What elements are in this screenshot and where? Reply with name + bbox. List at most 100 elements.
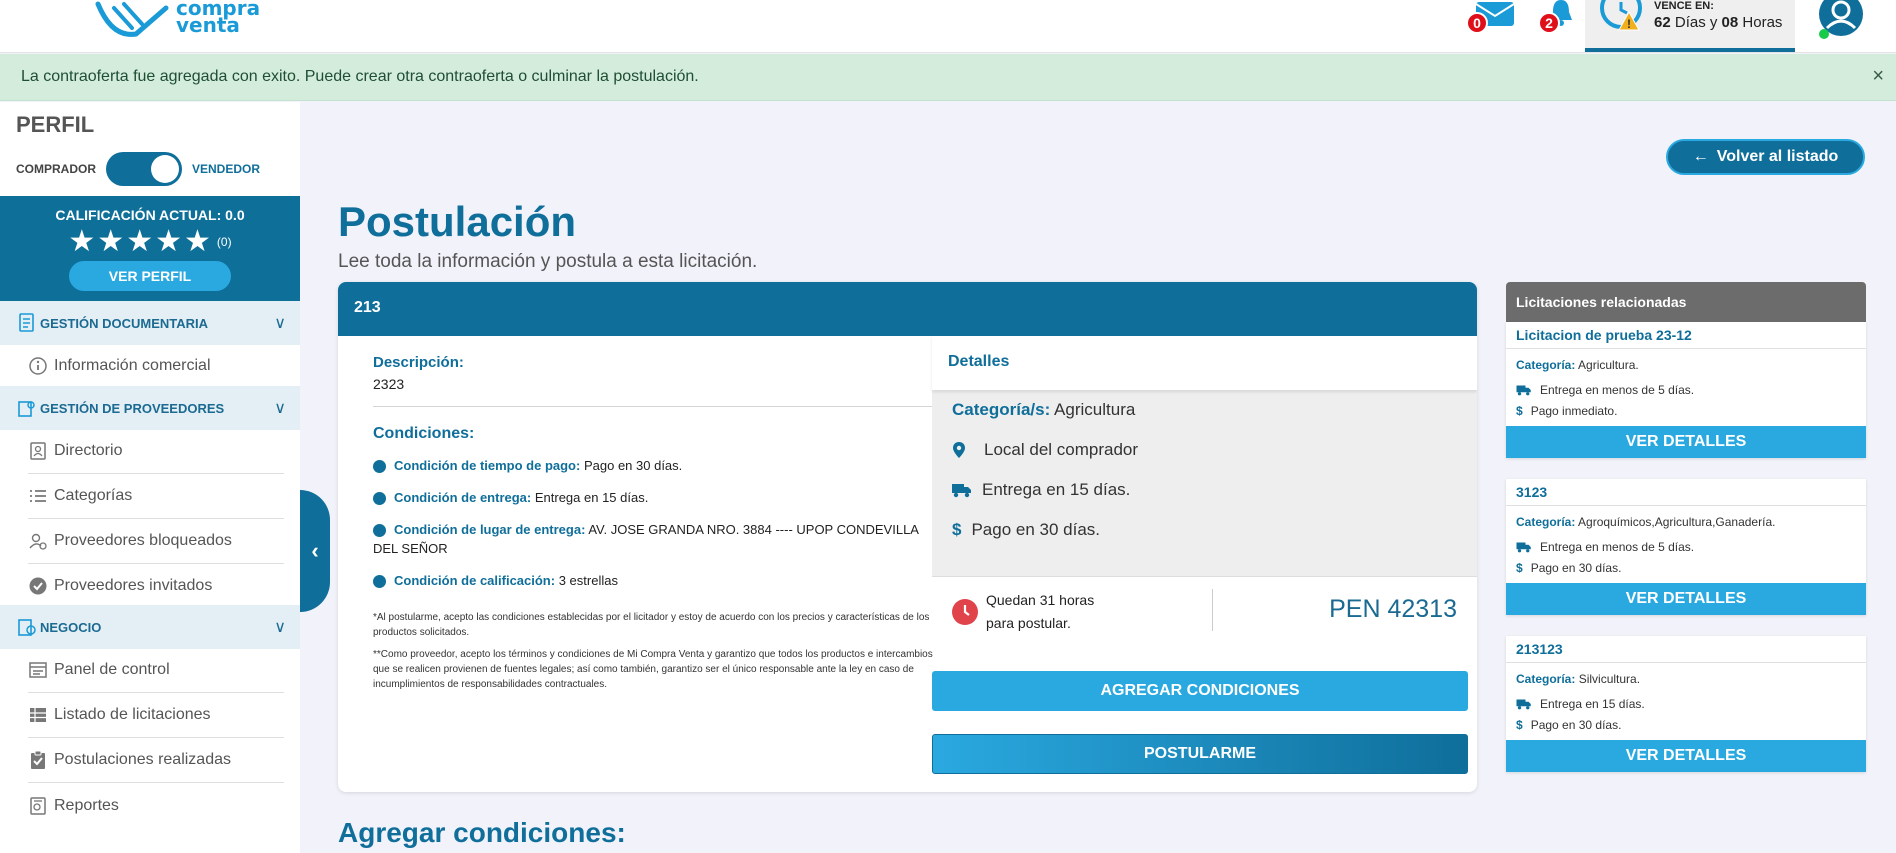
top-bar: compra venta 0 2 ! VENCE EN: 62 Días y 0… bbox=[0, 0, 1896, 53]
role-switch-row: COMPRADOR VENDEDOR bbox=[16, 152, 260, 186]
role-vendedor-label: VENDEDOR bbox=[192, 162, 261, 176]
postularme-button[interactable]: POSTULARME bbox=[932, 734, 1468, 774]
sidebar-item-informacion-comercial[interactable]: Información comercial bbox=[28, 344, 284, 389]
list-icon bbox=[28, 486, 48, 506]
categoria-value: Agricultura bbox=[1054, 400, 1136, 419]
related-pago: $ Pago en 30 días. bbox=[1506, 718, 1866, 732]
role-comprador-label: COMPRADOR bbox=[16, 162, 96, 176]
sidebar-item-postulaciones[interactable]: Postulaciones realizadas bbox=[28, 738, 284, 783]
role-toggle[interactable] bbox=[106, 152, 182, 186]
section-gestion-documentaria[interactable]: GESTIÓN DOCUMENTARIA ∨ bbox=[0, 301, 300, 345]
sidebar-item-directorio[interactable]: Directorio bbox=[28, 429, 284, 474]
condition-item: Condición de tiempo de pago: Pago en 30 … bbox=[373, 456, 940, 475]
sidebar-item-label: Postulaciones realizadas bbox=[54, 751, 231, 768]
ver-detalles-button[interactable]: VER DETALLES bbox=[1506, 426, 1866, 458]
sidebar-item-panel-control[interactable]: Panel de control bbox=[28, 648, 284, 693]
messages-button[interactable]: 0 bbox=[1466, 2, 1515, 36]
entrega-value: Entrega en menos de 5 días. bbox=[1540, 540, 1695, 554]
condition-label: Condición de tiempo de pago: bbox=[394, 458, 581, 473]
detalles-title: Detalles bbox=[932, 336, 1477, 390]
categoria-label: Categoría: bbox=[1516, 358, 1576, 372]
ver-perfil-button[interactable]: VER PERFIL bbox=[69, 261, 231, 291]
avatar[interactable] bbox=[1812, 0, 1870, 39]
descripcion-value: 2323 bbox=[373, 376, 405, 392]
pago-value: Pago en 30 días. bbox=[1530, 561, 1622, 575]
logo[interactable]: compra venta bbox=[92, 0, 260, 40]
section-label: GESTIÓN DE PROVEEDORES bbox=[40, 400, 225, 416]
chevron-down-icon: ∨ bbox=[274, 619, 286, 636]
success-alert: La contraoferta fue agregada con exito. … bbox=[0, 54, 1896, 101]
close-icon[interactable]: × bbox=[1872, 65, 1884, 88]
section-gestion-proveedores[interactable]: GESTIÓN DE PROVEEDORES ∨ bbox=[0, 386, 300, 430]
notifications-button[interactable]: 2 bbox=[1538, 0, 1582, 36]
vence-hours: 08 bbox=[1721, 14, 1739, 31]
volver-listado-button[interactable]: ← Volver al listado bbox=[1666, 139, 1865, 175]
rating-label: CALIFICACIÓN ACTUAL: 0.0 bbox=[55, 207, 245, 223]
handshake-icon bbox=[95, 1, 169, 37]
dashboard-icon bbox=[28, 660, 48, 680]
related-entrega: Entrega en 15 días. bbox=[1506, 697, 1866, 711]
divider bbox=[373, 406, 940, 407]
map-pin-icon bbox=[953, 442, 965, 458]
star-icon: ★ bbox=[68, 225, 96, 258]
sidebar-item-label: Proveedores invitados bbox=[54, 577, 213, 594]
user-avatar-icon bbox=[1819, 0, 1863, 39]
entrega-value: Entrega en 15 días. bbox=[982, 480, 1131, 499]
contact-book-icon bbox=[28, 441, 48, 461]
sidebar-item-proveedores-bloqueados[interactable]: Proveedores bloqueados bbox=[28, 519, 284, 564]
truck-icon bbox=[1516, 542, 1531, 553]
arrow-left-icon: ← bbox=[1692, 148, 1709, 165]
star-icon: ★ bbox=[97, 225, 125, 258]
categoria-value: Agricultura. bbox=[1578, 358, 1639, 372]
chevron-left-icon: ‹ bbox=[311, 538, 319, 563]
perfil-title: PERFIL bbox=[16, 112, 95, 137]
table-list-icon bbox=[28, 705, 48, 725]
categoria-value: Agroquímicos,Agricultura,Ganadería. bbox=[1578, 515, 1776, 529]
categoria-label: Categoría/s: bbox=[952, 400, 1051, 419]
truck-icon bbox=[1516, 385, 1531, 396]
vence-label: VENCE EN: bbox=[1654, 0, 1714, 12]
categoria-value: Silvicultura. bbox=[1578, 672, 1641, 686]
ver-detalles-button[interactable]: VER DETALLES bbox=[1506, 583, 1866, 615]
star-icon: ★ bbox=[126, 225, 154, 258]
clock-icon bbox=[952, 599, 978, 625]
clipboard-check-icon bbox=[28, 750, 48, 770]
section-negocio[interactable]: NEGOCIO ∨ bbox=[0, 605, 300, 649]
alert-message: La contraoferta fue agregada con exito. … bbox=[21, 68, 699, 85]
quedan-line2: para postular. bbox=[986, 615, 1071, 631]
sidebar-item-listado-licitaciones[interactable]: Listado de licitaciones bbox=[28, 693, 284, 738]
condition-value: Entrega en 15 días. bbox=[534, 490, 649, 505]
sidebar-item-proveedores-invitados[interactable]: Proveedores invitados bbox=[28, 564, 284, 609]
conditions-column: Descripción: 2323 Condiciones: Condición… bbox=[373, 354, 940, 692]
related-card-title[interactable]: Licitacion de prueba 23-12 bbox=[1506, 322, 1866, 349]
card-id: 213 bbox=[338, 282, 1477, 336]
entrega-value: Entrega en menos de 5 días. bbox=[1540, 383, 1695, 397]
sidebar-item-label: Listado de licitaciones bbox=[54, 706, 211, 723]
messages-badge: 0 bbox=[1466, 12, 1488, 34]
lugar-value: Local del comprador bbox=[984, 440, 1139, 459]
clock-warning-icon: ! bbox=[1600, 0, 1642, 31]
related-pago: $ Pago inmediato. bbox=[1506, 404, 1866, 418]
section-label: GESTIÓN DOCUMENTARIA bbox=[40, 315, 209, 331]
related-entrega: Entrega en menos de 5 días. bbox=[1506, 540, 1866, 554]
sidebar-item-categorias[interactable]: Categorías bbox=[28, 474, 284, 519]
agregar-condiciones-button[interactable]: AGREGAR CONDICIONES bbox=[932, 671, 1468, 711]
business-icon bbox=[18, 619, 36, 636]
vence-timer: ! VENCE EN: 62 Días y 08 Horas bbox=[1585, 0, 1795, 52]
pago-value: Pago inmediato. bbox=[1530, 404, 1618, 418]
sidebar-collapse-button[interactable]: ‹ bbox=[300, 490, 330, 612]
related-categoria: Categoría: Silvicultura. bbox=[1506, 672, 1866, 686]
related-card-title[interactable]: 213123 bbox=[1506, 636, 1866, 663]
related-card: Licitacion de prueba 23-12 Categoría: Ag… bbox=[1506, 322, 1866, 458]
vence-days-label: Días y bbox=[1674, 14, 1718, 31]
fine-print-1: *Al postularme, acepto las condiciones e… bbox=[373, 612, 930, 638]
volver-label: Volver al listado bbox=[1716, 148, 1839, 165]
related-card-title[interactable]: 3123 bbox=[1506, 479, 1866, 506]
condiciones-label: Condiciones: bbox=[373, 425, 475, 442]
ver-detalles-button[interactable]: VER DETALLES bbox=[1506, 740, 1866, 772]
sidebar-item-reportes[interactable]: Reportes bbox=[28, 783, 284, 828]
postulacion-card: 213 Descripción: 2323 Condiciones: Condi… bbox=[338, 282, 1477, 792]
check-circle-icon bbox=[28, 576, 48, 596]
condition-item: Condición de entrega: Entrega en 15 días… bbox=[373, 488, 940, 507]
related-entrega: Entrega en menos de 5 días. bbox=[1506, 383, 1866, 397]
